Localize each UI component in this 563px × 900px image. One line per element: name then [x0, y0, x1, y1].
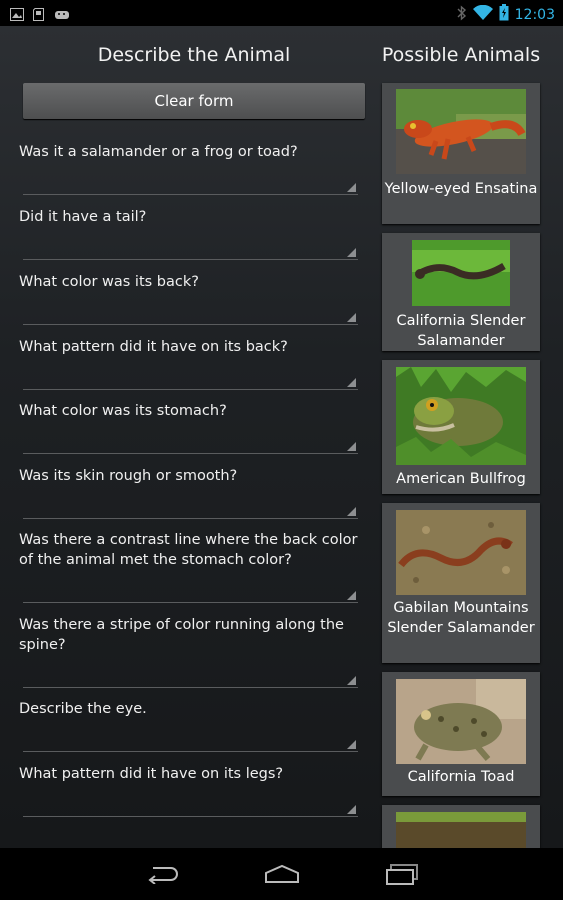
answer-spinner[interactable]: [23, 306, 358, 325]
gallery-icon: [10, 6, 24, 25]
answer-spinner[interactable]: [23, 798, 358, 817]
animal-photo: [396, 679, 526, 764]
status-clock: 12:03: [514, 6, 555, 23]
answer-spinner[interactable]: [23, 584, 358, 603]
android-robot-icon: [53, 6, 71, 25]
question-label: What color was its back?: [19, 274, 199, 290]
question-label: What color was its stomach?: [19, 403, 227, 419]
question-label: Was there a stripe of color running alon…: [19, 617, 344, 653]
answer-spinner[interactable]: [23, 241, 358, 260]
question-label: Was it a salamander or a frog or toad?: [19, 144, 298, 160]
question-label: What pattern did it have on its legs?: [19, 766, 284, 782]
recent-apps-icon[interactable]: [385, 864, 419, 890]
back-icon[interactable]: [145, 864, 179, 888]
animal-name: Yellow-eyed Ensatina: [384, 181, 538, 197]
sd-card-icon: [33, 6, 44, 25]
status-bar: 12:03: [0, 0, 563, 26]
dropdown-arrow-icon: [347, 676, 356, 685]
animal-name: California Slender Salamander: [396, 313, 526, 349]
animal-name: Gabilan Mountains Slender Salamander: [387, 600, 535, 636]
question-label: What pattern did it have on its back?: [19, 339, 288, 355]
bluetooth-icon: [457, 4, 467, 25]
animal-card-partial[interactable]: [382, 805, 540, 848]
animal-name: American Bullfrog: [396, 471, 526, 487]
animal-card-american-bullfrog[interactable]: American Bullfrog: [382, 360, 540, 494]
answer-spinner[interactable]: [23, 669, 358, 688]
dropdown-arrow-icon: [347, 591, 356, 600]
question-label: Did it have a tail?: [19, 209, 147, 225]
answer-spinner[interactable]: [23, 500, 358, 519]
dropdown-arrow-icon: [347, 805, 356, 814]
dropdown-arrow-icon: [347, 507, 356, 516]
clear-form-button[interactable]: Clear form: [23, 83, 365, 119]
answer-spinner[interactable]: [23, 371, 358, 390]
animal-card-yellow-eyed-ensatina[interactable]: Yellow-eyed Ensatina: [382, 83, 540, 224]
question-label: Was there a contrast line where the back…: [19, 532, 358, 568]
app-content: Describe the Animal Possible Animals Cle…: [0, 26, 563, 848]
dropdown-arrow-icon: [347, 378, 356, 387]
navigation-bar: [0, 848, 563, 900]
answer-spinner[interactable]: [23, 733, 358, 752]
battery-icon: [499, 4, 509, 25]
animal-card-gabilan-mountains-slender-salamander[interactable]: Gabilan Mountains Slender Salamander: [382, 503, 540, 663]
animal-photo: [396, 510, 526, 595]
dropdown-arrow-icon: [347, 442, 356, 451]
dropdown-arrow-icon: [347, 313, 356, 322]
animal-photo: [412, 240, 510, 306]
home-icon[interactable]: [264, 864, 300, 888]
dropdown-arrow-icon: [347, 740, 356, 749]
dropdown-arrow-icon: [347, 248, 356, 257]
wifi-icon: [472, 4, 493, 25]
animal-card-california-slender-salamander[interactable]: California Slender Salamander: [382, 233, 540, 351]
answer-spinner[interactable]: [23, 435, 358, 454]
answer-spinner[interactable]: [23, 176, 358, 195]
animal-photo: [396, 89, 526, 174]
animal-name: California Toad: [407, 769, 515, 785]
question-label: Describe the eye.: [19, 701, 147, 717]
describe-title: Describe the Animal: [97, 44, 291, 66]
question-label: Was its skin rough or smooth?: [19, 468, 238, 484]
possible-animals-title: Possible Animals: [381, 44, 541, 66]
animal-photo: [396, 812, 526, 848]
animal-card-california-toad[interactable]: California Toad: [382, 672, 540, 796]
dropdown-arrow-icon: [347, 183, 356, 192]
animal-photo: [396, 367, 526, 465]
